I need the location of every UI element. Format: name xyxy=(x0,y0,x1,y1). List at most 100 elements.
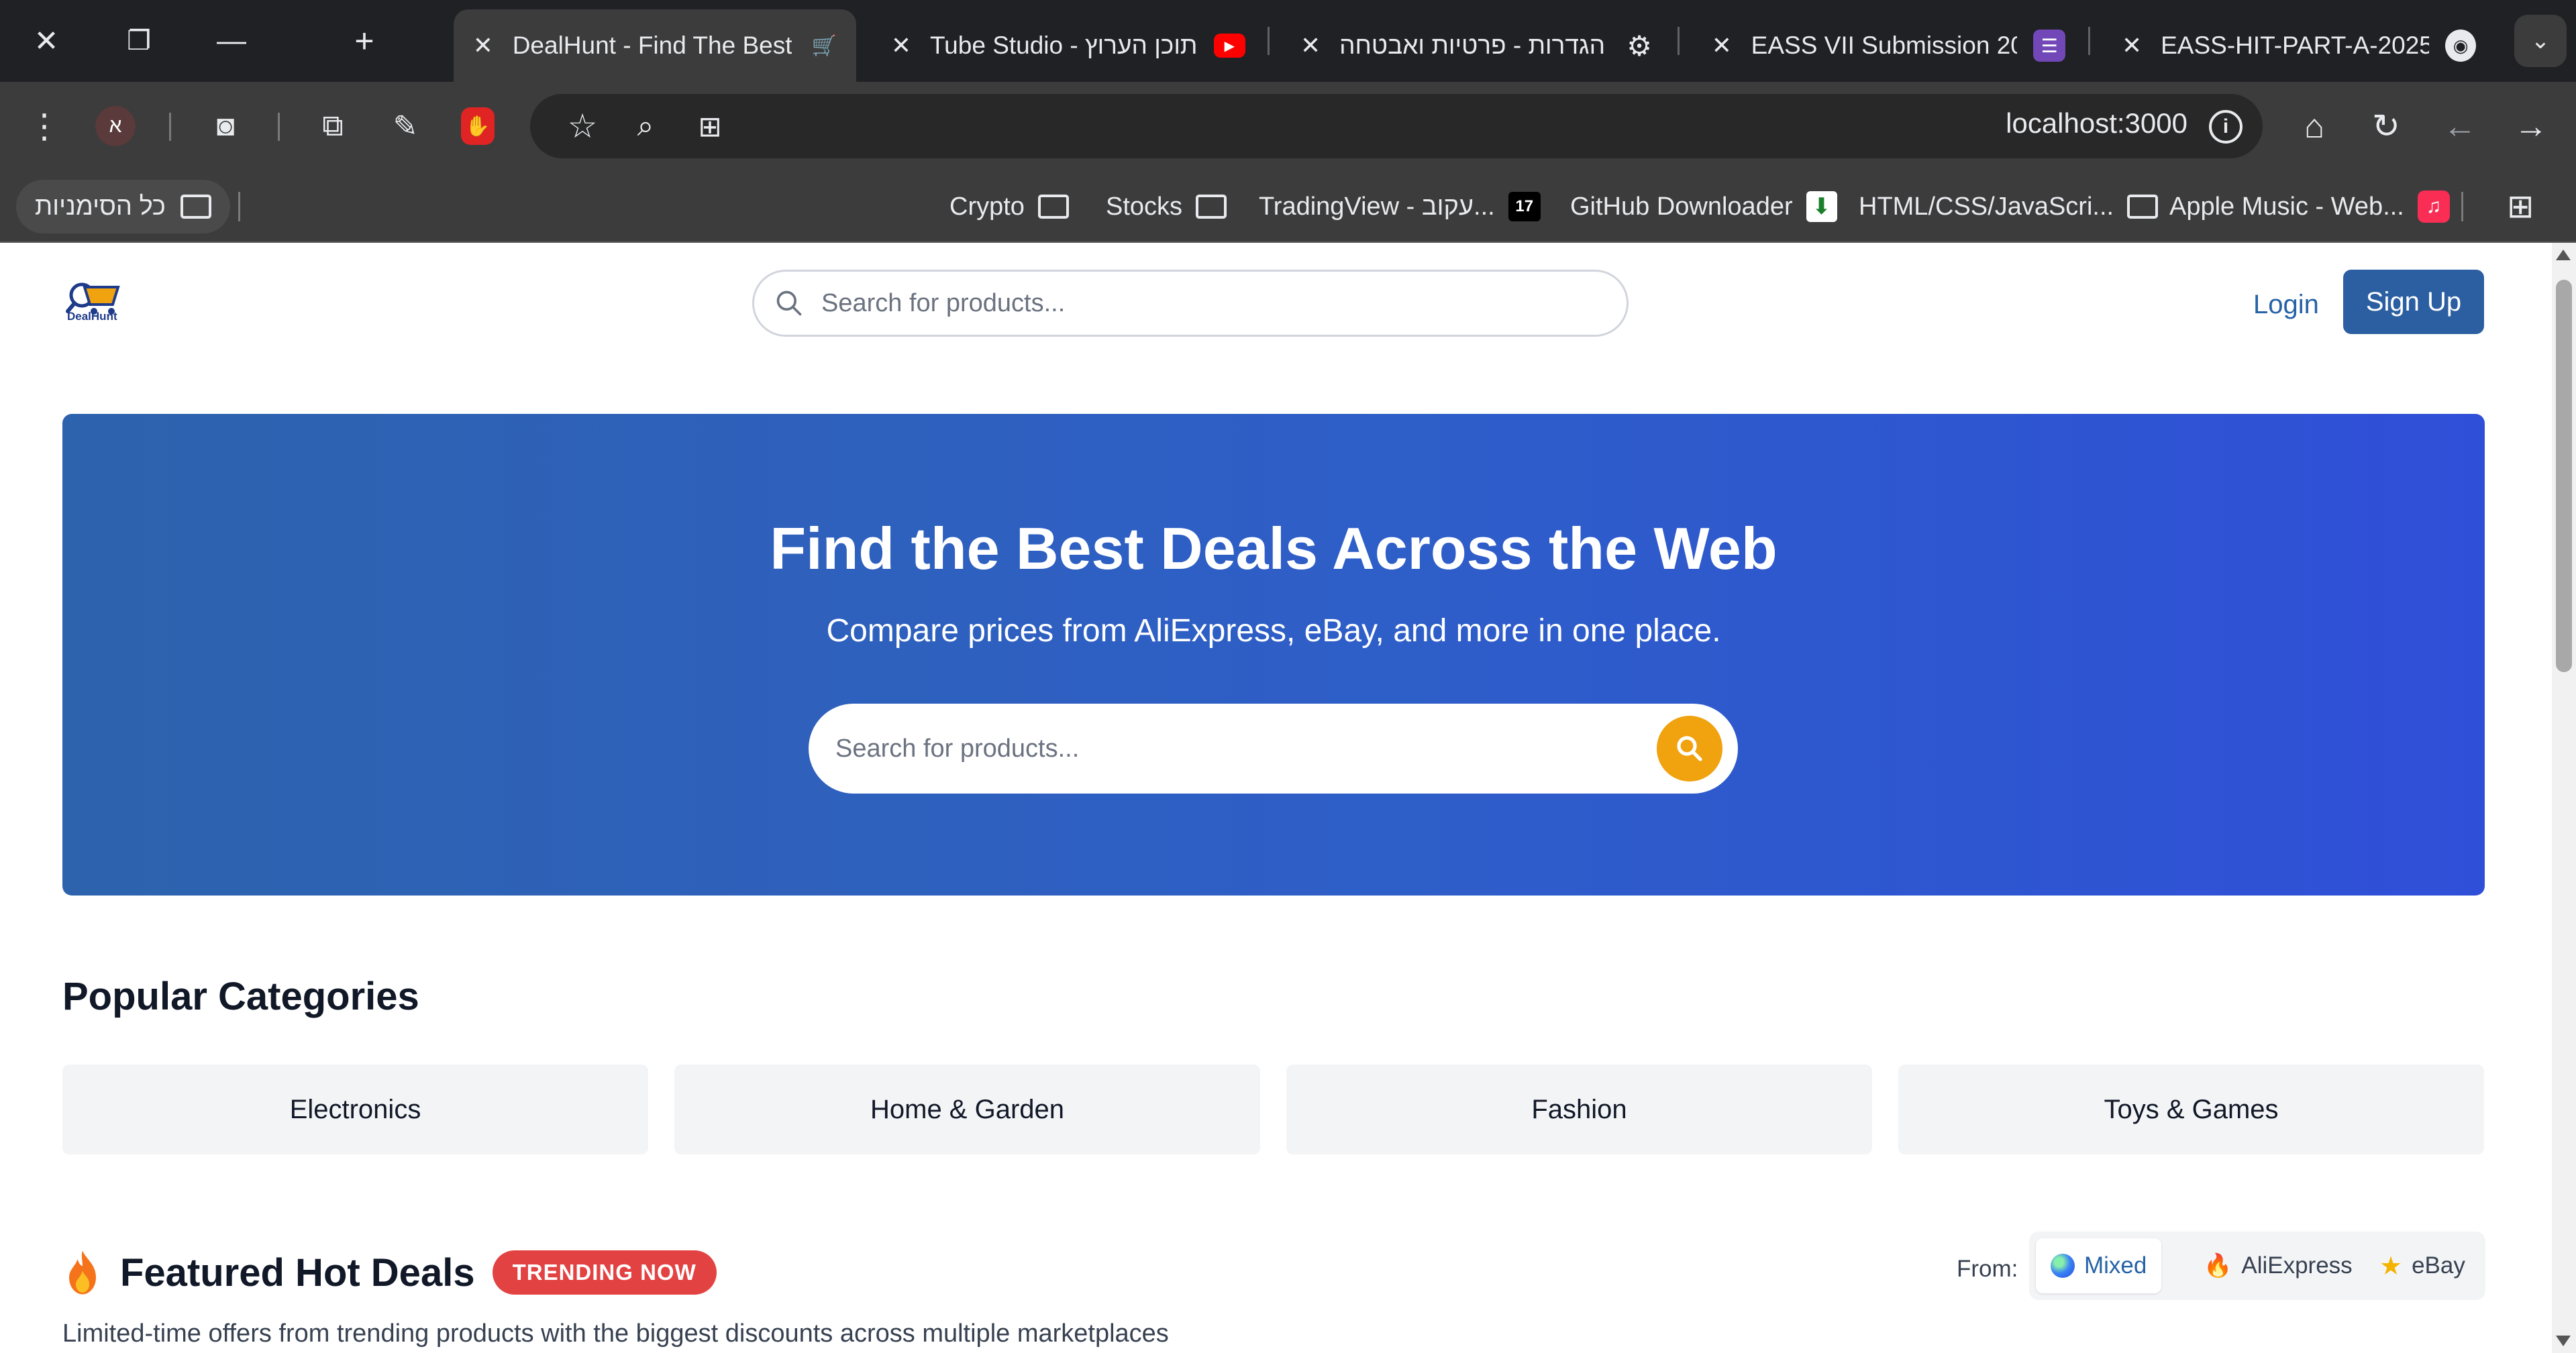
new-tab-icon[interactable]: + xyxy=(318,0,411,82)
bookmark-label: Apple Music - Web... xyxy=(2169,192,2404,221)
url-text[interactable]: localhost:3000 xyxy=(2006,107,2187,140)
tab-close-icon[interactable]: ✕ xyxy=(1708,32,1735,60)
category-card-home-garden[interactable]: Home & Garden xyxy=(674,1065,1260,1154)
site-info-icon[interactable]: i xyxy=(2209,110,2243,144)
tab-title: DealHunt - Find The Best xyxy=(512,32,792,59)
search-icon xyxy=(1677,736,1702,761)
toolbar-divider xyxy=(278,113,280,141)
tab-title: הגדרות - פרטיות ואבטחה xyxy=(1339,32,1606,59)
tab-close-icon[interactable]: ✕ xyxy=(2119,32,2145,60)
restore-window-icon[interactable]: ❐ xyxy=(93,0,185,82)
category-card-fashion[interactable]: Fashion xyxy=(1286,1065,1872,1154)
scroll-down-arrow-icon[interactable] xyxy=(2556,1336,2571,1346)
bookmark-apple-music[interactable]: Apple Music - Web... ♫ xyxy=(2169,185,2450,228)
adblock-hand-icon[interactable]: ✋ xyxy=(454,102,502,150)
header-search-bar xyxy=(752,270,1629,337)
tab-divider xyxy=(1268,27,1270,55)
source-label-mixed: Mixed xyxy=(2084,1252,2147,1279)
minimize-window-icon[interactable]: — xyxy=(185,0,278,82)
screenshot-icon[interactable]: ◙ xyxy=(201,102,250,150)
bookmark-label: Stocks xyxy=(1106,192,1183,221)
page-scrollbar[interactable] xyxy=(2552,243,2576,1353)
all-bookmarks-button[interactable]: כל הסימניות xyxy=(16,180,230,233)
source-option-aliexpress[interactable]: 🔥 AliExpress xyxy=(2189,1238,2367,1293)
source-label-aliexpress: AliExpress xyxy=(2241,1252,2353,1279)
bookmarks-bar: כל הסימניות Crypto Stocks TradingView - … xyxy=(0,170,2576,243)
folder-icon xyxy=(1196,195,1227,219)
github-icon: ◉ xyxy=(2445,30,2476,62)
reload-icon[interactable]: ↻ xyxy=(2362,102,2410,150)
forward-arrow-icon[interactable]: → xyxy=(2507,102,2555,150)
bookmark-tradingview[interactable]: TradingView - עקוב... 17 xyxy=(1259,185,1541,228)
tab-eass-submission[interactable]: ✕ EASS VII Submission 2025 ☰ xyxy=(1692,9,2081,82)
bookmark-label: GitHub Downloader xyxy=(1570,192,1793,221)
source-option-mixed[interactable]: Mixed xyxy=(2036,1238,2162,1293)
eyedropper-icon[interactable]: ✎ xyxy=(381,102,429,150)
bookmark-stocks[interactable]: Stocks xyxy=(1106,185,1227,228)
source-from-label: From: xyxy=(1957,1256,2018,1282)
hero-search-input[interactable] xyxy=(835,734,1627,763)
tab-close-icon[interactable]: ✕ xyxy=(1298,32,1323,60)
hero-banner: Find the Best Deals Across the Web Compa… xyxy=(62,414,2485,896)
address-bar[interactable]: ☆ ⌕ ⊞ localhost:3000 i xyxy=(530,94,2263,158)
close-window-icon[interactable]: ✕ xyxy=(0,0,93,82)
youtube-icon: ▶ xyxy=(1213,34,1245,58)
bookmark-label: HTML/CSS/JavaScri... xyxy=(1859,192,2114,221)
folder-icon xyxy=(180,195,211,219)
source-toggle: Mixed 🔥 AliExpress ★ eBay xyxy=(2029,1232,2485,1300)
zoom-icon[interactable]: ⌕ xyxy=(621,102,670,150)
profile-initial: א xyxy=(95,106,136,146)
header-search-input[interactable] xyxy=(821,288,1559,318)
apple-music-icon: ♫ xyxy=(2417,191,2450,223)
profile-avatar[interactable]: א xyxy=(91,102,140,150)
bookmark-html-css-js[interactable]: HTML/CSS/JavaScri... xyxy=(1859,185,2159,228)
translate-icon[interactable]: ⊞ xyxy=(686,102,734,150)
tab-title: EASS VII Submission 2025 xyxy=(1751,32,2018,59)
tab-close-icon[interactable]: ✕ xyxy=(888,32,914,60)
apps-grid-icon[interactable]: ⊞ xyxy=(2507,185,2534,228)
deals-title: Featured Hot Deals xyxy=(120,1250,475,1295)
tab-youtube-studio[interactable]: ✕ Tube Studio - תוכן הערוץ ▶ xyxy=(872,9,1261,82)
forms-icon: ☰ xyxy=(2033,30,2065,62)
extensions-puzzle-icon[interactable]: ⧉ xyxy=(309,102,357,150)
bookmark-github-downloader[interactable]: GitHub Downloader ⬇ xyxy=(1570,185,1837,228)
hero-search-bar xyxy=(809,704,1738,794)
browser-toolbar: ⋮ א ◙ ⧉ ✎ ✋ ☆ ⌕ ⊞ localhost:3000 i ⌂ ↻ ←… xyxy=(0,82,2576,170)
hero-subtitle: Compare prices from AliExpress, eBay, an… xyxy=(826,613,1721,649)
tab-divider xyxy=(2088,27,2090,55)
signup-button[interactable]: Sign Up xyxy=(2343,270,2484,334)
tab-close-icon[interactable]: ✕ xyxy=(470,32,497,60)
source-label-ebay: eBay xyxy=(2412,1252,2465,1279)
categories-title: Popular Categories xyxy=(62,975,419,1018)
tab-title: Tube Studio - תוכן הערוץ xyxy=(929,32,1198,59)
source-option-ebay[interactable]: ★ eBay xyxy=(2365,1238,2480,1293)
tab-divider xyxy=(1678,27,1680,55)
bookmarks-divider xyxy=(2461,192,2463,221)
all-bookmarks-label: כל הסימניות xyxy=(35,192,166,221)
folder-icon xyxy=(1037,195,1069,219)
category-card-electronics[interactable]: Electronics xyxy=(62,1065,648,1154)
scrollbar-thumb[interactable] xyxy=(2556,280,2572,672)
bookmark-star-icon[interactable]: ☆ xyxy=(558,102,607,150)
trending-badge: TRENDING NOW xyxy=(492,1250,717,1295)
category-card-toys-games[interactable]: Toys & Games xyxy=(1898,1065,2484,1154)
fire-icon: 🔥 xyxy=(2204,1253,2232,1279)
tab-search-dropdown-icon[interactable]: ⌄ xyxy=(2514,15,2567,67)
menu-kebab-icon[interactable]: ⋮ xyxy=(20,102,68,150)
logo-text: DealHunt xyxy=(67,310,117,323)
hero-title: Find the Best Deals Across the Web xyxy=(770,515,1778,582)
bookmark-label: TradingView - עקוב... xyxy=(1259,192,1495,221)
deals-header: Featured Hot Deals TRENDING NOW xyxy=(62,1242,717,1303)
login-link[interactable]: Login xyxy=(2253,290,2319,320)
back-arrow-icon[interactable]: ← xyxy=(2436,102,2484,150)
star-icon: ★ xyxy=(2379,1252,2403,1281)
bookmarks-divider xyxy=(238,192,240,221)
tab-settings-privacy[interactable]: ✕ הגדרות - פרטיות ואבטחה ⚙ xyxy=(1282,9,1671,82)
scroll-up-arrow-icon[interactable] xyxy=(2556,250,2571,260)
tab-github[interactable]: ✕ EASS-HIT-PART-A-2025-C ◉ xyxy=(2103,9,2492,82)
home-icon[interactable]: ⌂ xyxy=(2290,102,2338,150)
hero-search-button[interactable] xyxy=(1657,716,1722,781)
tab-title: EASS-HIT-PART-A-2025-C xyxy=(2161,32,2430,59)
bookmark-crypto[interactable]: Crypto xyxy=(949,185,1069,228)
tab-dealhunt[interactable]: ✕ DealHunt - Find The Best 🛒 xyxy=(454,9,856,82)
